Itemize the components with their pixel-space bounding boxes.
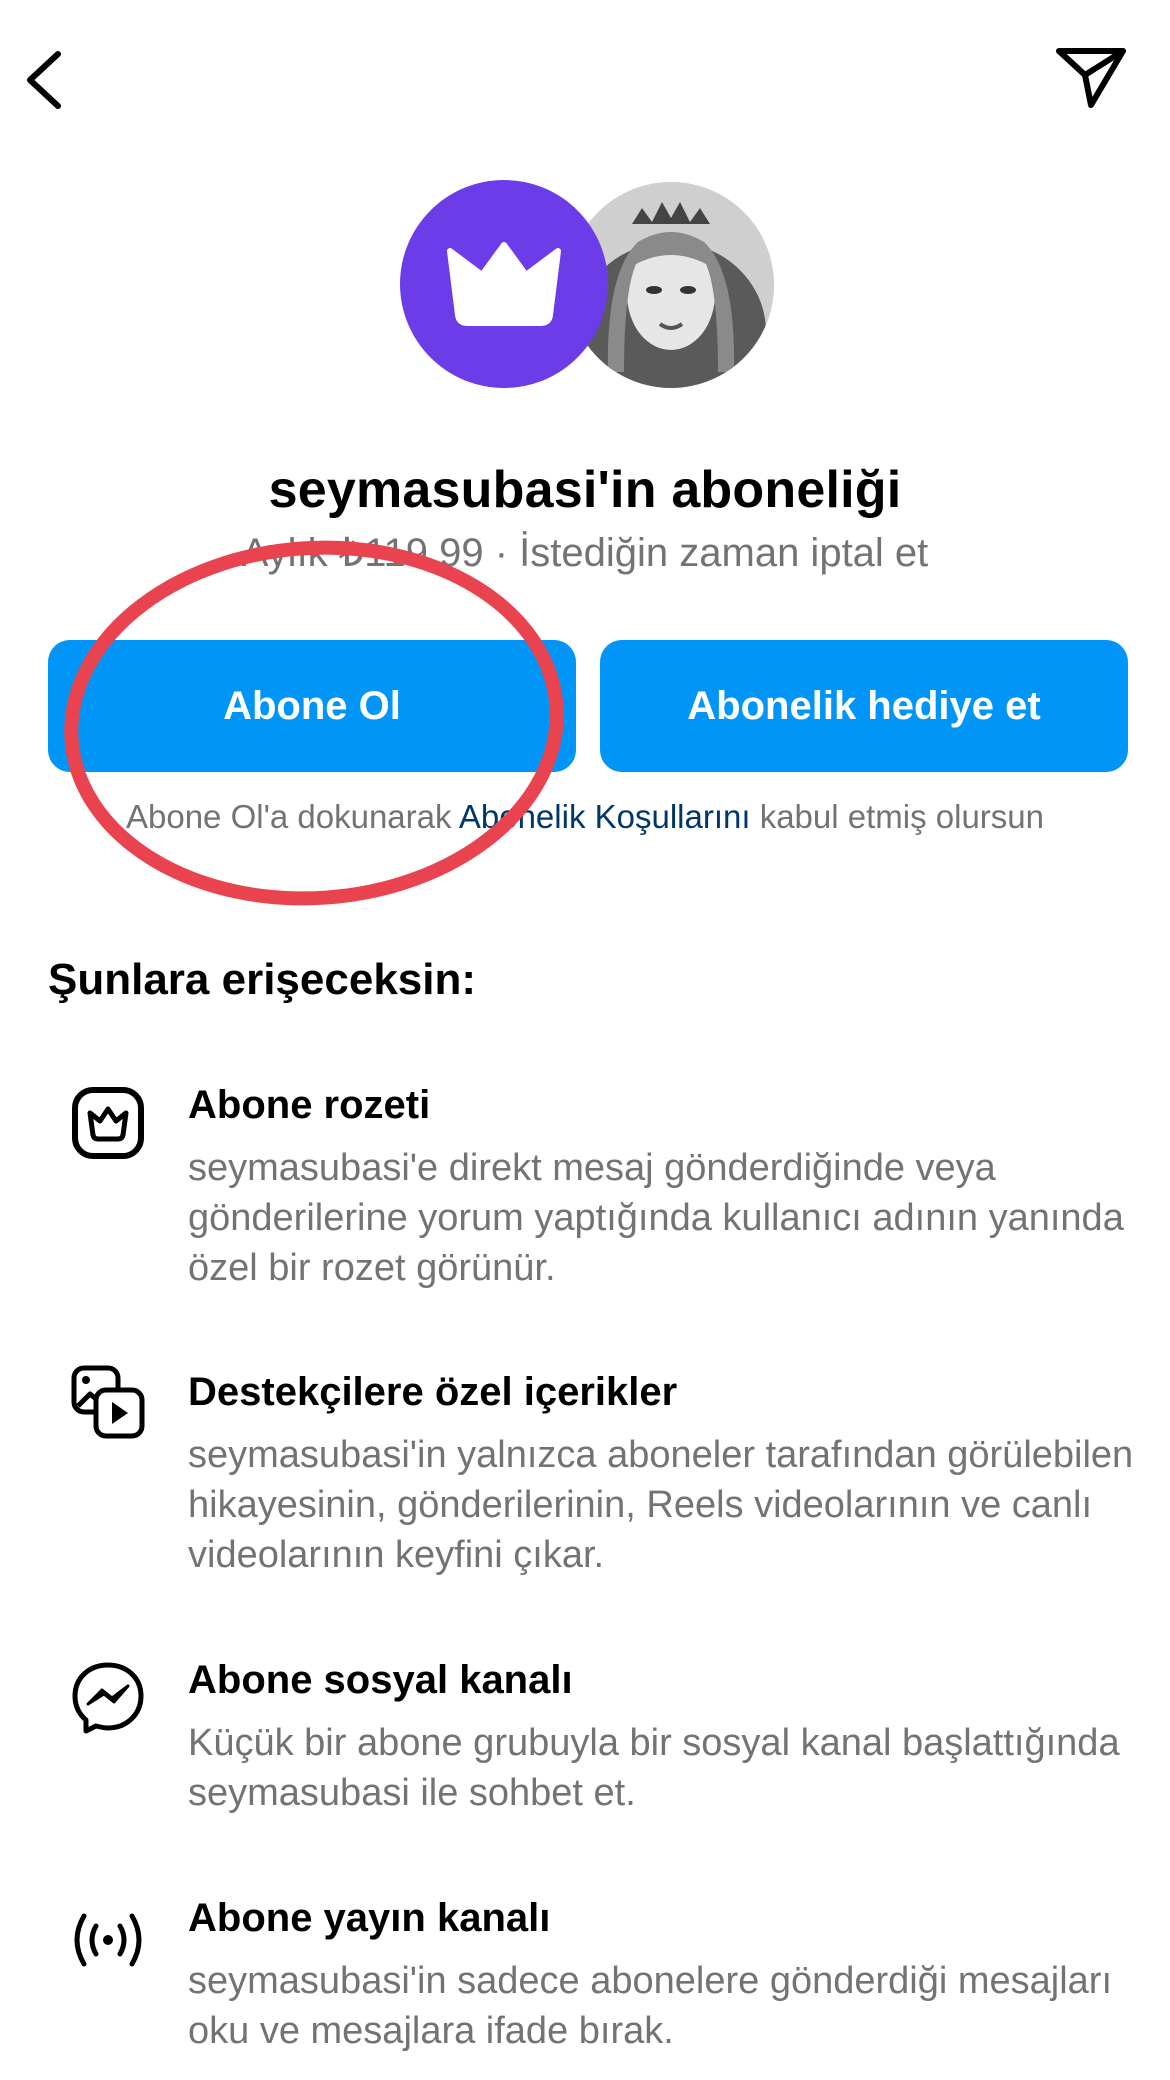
share-button[interactable] — [1055, 45, 1127, 111]
back-button[interactable] — [22, 48, 72, 112]
feature-description: seymasubasi'in yalnızca aboneler tarafın… — [188, 1434, 1134, 1576]
page-title: seymasubasi'in aboneliği — [268, 461, 902, 519]
gift-subscription-button[interactable]: Abonelik hediye et — [600, 640, 1128, 772]
badge-crown-icon — [72, 1087, 144, 1159]
subscribe-button[interactable]: Abone Ol — [48, 640, 576, 772]
terms-link[interactable]: Abonelik Koşullarını — [459, 798, 751, 835]
subscription-badge — [400, 180, 608, 388]
terms-text: Abone Ol'a dokunarak Abonelik Koşulların… — [0, 798, 1170, 836]
feature-description: seymasubasi'in sadece abonelere gönderdi… — [188, 1960, 1113, 2052]
feature-description: Küçük bir abone grubuyla bir sosyal kana… — [188, 1722, 1120, 1814]
messenger-icon — [72, 1662, 144, 1734]
price-subtitle: Aylık ₺119,99 · İstediğin zaman iptal et — [241, 531, 929, 575]
profile-avatars — [400, 180, 775, 390]
crown-icon — [447, 242, 561, 326]
feature-title: Destekçilere özel içerikler — [188, 1370, 678, 1414]
broadcast-icon — [74, 1913, 142, 1967]
subscription-page: seymasubasi'in aboneliği Aylık ₺119,99 ·… — [0, 0, 1170, 2080]
feature-title: Abone rozeti — [188, 1083, 431, 1127]
feature-description: seymasubasi'e direkt mesaj gönderdiğinde… — [188, 1147, 1124, 1289]
paper-plane-icon — [1056, 48, 1126, 108]
chevron-left-icon — [27, 51, 61, 109]
media-play-icon — [71, 1365, 145, 1439]
terms-suffix: kabul etmiş olursun — [750, 798, 1045, 835]
terms-prefix: Abone Ol'a dokunarak — [125, 798, 459, 835]
feature-title: Abone sosyal kanalı — [188, 1658, 573, 1702]
section-title: Şunlara erişeceksin: — [48, 955, 477, 1004]
feature-title: Abone yayın kanalı — [188, 1896, 551, 1940]
